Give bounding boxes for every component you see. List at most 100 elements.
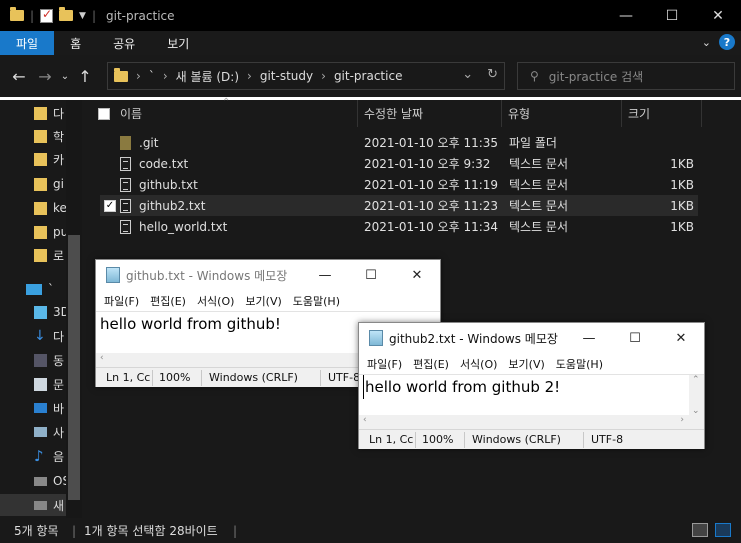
minimize-button[interactable]: —	[302, 260, 348, 290]
column-type[interactable]: 유형	[502, 100, 622, 127]
new-folder-icon[interactable]	[59, 7, 74, 21]
folder-icon	[120, 135, 131, 150]
close-button[interactable]: ✕	[658, 323, 704, 353]
desktop-icon	[34, 403, 47, 413]
address-prefix: `	[148, 69, 155, 83]
breadcrumb-git-practice[interactable]: git-practice	[334, 69, 403, 83]
details-view-icon[interactable]	[692, 523, 708, 537]
notepad-window-github2: github2.txt - Windows 메모장 — ☐ ✕ 파일(F) 편집…	[358, 322, 705, 449]
3d-objects-icon	[34, 305, 47, 319]
refresh-icon[interactable]: ↻	[487, 67, 498, 82]
folder-icon	[34, 106, 47, 120]
address-bar[interactable]: › ` › 새 볼륨 (D:) › git-study › git-practi…	[107, 62, 505, 90]
video-icon	[34, 353, 47, 367]
maximize-button[interactable]: ☐	[649, 0, 695, 31]
file-row-selected[interactable]: ✓ github2.txt 2021-01-10 오후 11:23 텍스트 문서…	[100, 195, 698, 216]
sidebar-item[interactable]: 로	[34, 244, 64, 266]
folder-icon	[10, 7, 24, 21]
notepad-text-area[interactable]: hello world from github 2! ⌃ ⌄ ‹ ›	[359, 374, 704, 429]
address-dropdown-icon[interactable]: ⌄	[462, 67, 473, 82]
menu-format[interactable]: 서식(O)	[197, 293, 234, 309]
horizontal-scrollbar[interactable]: ‹ ›	[359, 415, 704, 429]
minimize-button[interactable]: —	[603, 0, 649, 31]
file-type: 텍스트 문서	[509, 157, 569, 171]
tab-share[interactable]: 공유	[97, 31, 151, 55]
text-file-icon	[120, 177, 131, 192]
notepad-content: hello world from github 2!	[363, 375, 704, 399]
chevron-down-icon[interactable]: ▼	[79, 11, 86, 21]
close-button[interactable]: ✕	[394, 260, 440, 290]
file-row[interactable]: hello_world.txt 2021-01-10 오후 11:34 텍스트 …	[100, 216, 698, 237]
sidebar-item[interactable]: 학	[34, 125, 64, 147]
menu-format[interactable]: 서식(O)	[460, 356, 497, 372]
help-icon[interactable]: ?	[719, 34, 735, 50]
scroll-right-icon[interactable]: ›	[680, 415, 684, 425]
tab-file[interactable]: 파일	[0, 31, 55, 55]
selection-info: 1개 항목 선택함 28바이트	[84, 524, 218, 538]
forward-button[interactable]: →	[32, 67, 58, 86]
sidebar-item[interactable]: 카	[34, 148, 64, 170]
maximize-button[interactable]: ☐	[348, 260, 394, 290]
menu-edit[interactable]: 편집(E)	[413, 356, 449, 372]
sidebar-item[interactable]: 바	[34, 397, 64, 419]
sidebar-item[interactable]: 3D	[34, 301, 70, 323]
music-icon: ♪	[34, 446, 44, 465]
expand-ribbon-icon[interactable]: ⌄	[702, 36, 711, 49]
maximize-button[interactable]: ☐	[612, 323, 658, 353]
column-date[interactable]: 수정한 날짜	[358, 100, 502, 127]
vertical-scrollbar[interactable]: ⌃ ⌄	[689, 375, 704, 416]
file-size: 1KB	[670, 156, 694, 171]
row-checkbox[interactable]: ✓	[104, 199, 116, 212]
column-name[interactable]: 이름 ⌃	[84, 97, 358, 127]
sidebar-item[interactable]: pu	[34, 221, 68, 243]
menu-help[interactable]: 도움말(H)	[293, 293, 340, 309]
large-icons-view-icon[interactable]	[715, 523, 731, 537]
tab-home[interactable]: 홈	[54, 31, 97, 55]
file-row[interactable]: github.txt 2021-01-10 오후 11:19 텍스트 문서 1K…	[100, 174, 698, 195]
menu-file[interactable]: 파일(F)	[367, 356, 402, 372]
sidebar-item[interactable]: ke	[34, 197, 67, 219]
file-row[interactable]: code.txt 2021-01-10 오후 9:32 텍스트 문서 1KB	[100, 153, 698, 174]
sidebar-item[interactable]: 문	[34, 373, 64, 395]
menu-view[interactable]: 보기(V)	[508, 356, 544, 372]
select-all-checkbox[interactable]	[98, 107, 110, 120]
explorer-title-bar: | ▼ | git-practice — ☐ ✕	[0, 0, 741, 31]
sidebar-item[interactable]: 다	[34, 102, 64, 124]
scroll-left-icon[interactable]: ‹	[100, 353, 104, 363]
menu-file[interactable]: 파일(F)	[104, 293, 139, 309]
sidebar-item[interactable]: 사	[34, 421, 64, 443]
breadcrumb-volume[interactable]: 새 볼륨 (D:)	[176, 68, 239, 85]
breadcrumb-git-study[interactable]: git-study	[260, 69, 313, 83]
file-name: .git	[139, 135, 159, 150]
search-placeholder: git-practice 검색	[548, 69, 644, 84]
file-size: 1KB	[670, 198, 694, 213]
menu-view[interactable]: 보기(V)	[245, 293, 281, 309]
up-button[interactable]: ↑	[72, 67, 98, 86]
file-size: 1KB	[670, 177, 694, 192]
properties-icon[interactable]	[40, 7, 54, 23]
sidebar-item[interactable]: OS	[34, 470, 70, 492]
column-size[interactable]: 크기	[622, 100, 702, 127]
sidebar-item[interactable]: ♪ 음	[34, 445, 64, 467]
folder-icon	[34, 201, 47, 215]
close-button[interactable]: ✕	[695, 0, 741, 31]
folder-icon	[34, 152, 47, 166]
search-box[interactable]: ⚲ git-practice 검색	[517, 62, 735, 90]
tab-view[interactable]: 보기	[151, 31, 205, 55]
menu-help[interactable]: 도움말(H)	[556, 356, 603, 372]
sidebar-item[interactable]: ↓ 다	[34, 325, 64, 347]
scroll-left-icon[interactable]: ‹	[363, 415, 367, 425]
sidebar-item[interactable]: 동	[34, 349, 64, 371]
recent-locations-icon[interactable]: ⌄	[58, 71, 72, 82]
minimize-button[interactable]: —	[566, 323, 612, 353]
sidebar-item-selected[interactable]: 새	[0, 494, 66, 516]
file-date: 2021-01-10 오후 11:35	[364, 136, 499, 150]
file-row[interactable]: .git 2021-01-10 오후 11:35 파일 폴더	[100, 132, 698, 153]
text-file-icon	[120, 156, 131, 171]
sidebar-item-this-pc[interactable]: `	[26, 278, 54, 300]
scroll-up-icon[interactable]: ⌃	[692, 375, 700, 385]
menu-edit[interactable]: 편집(E)	[150, 293, 186, 309]
sidebar-item[interactable]: gi	[34, 173, 64, 195]
back-button[interactable]: ←	[6, 67, 32, 86]
sidebar-scrollbar-thumb[interactable]	[68, 235, 80, 500]
